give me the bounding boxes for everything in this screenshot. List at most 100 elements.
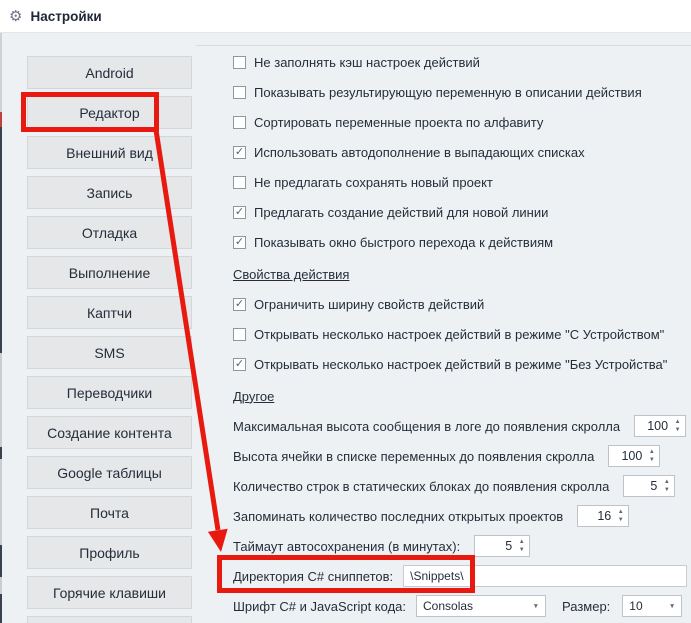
checkbox-label: Ограничить ширину свойств действий [254, 296, 485, 312]
code-font-value: Consolas [423, 599, 474, 613]
checkbox-label: Сортировать переменные проекта по алфави… [254, 114, 544, 130]
checkbox[interactable]: ✓ [233, 357, 246, 371]
sidebar-item-hotkeys[interactable]: Горячие клавиши [27, 576, 192, 609]
sidebar-item-editor[interactable]: Редактор [27, 96, 192, 129]
checkbox-label: Показывать окно быстрого перехода к дейс… [254, 234, 554, 250]
checkbox[interactable] [233, 175, 246, 189]
static-block-lines-spinner[interactable]: 5 ▲ ▼ [623, 475, 676, 497]
chevron-down-icon: ▼ [668, 602, 676, 610]
checkbox-label: Не заполнять кэш настроек действий [254, 54, 480, 70]
sidebar-item-translators[interactable]: Переводчики [27, 376, 192, 409]
window-edge-artifact [0, 33, 2, 112]
font-size-value: 10 [629, 599, 643, 613]
section-title: Другое [233, 388, 275, 404]
checkbox[interactable]: ✓ [233, 297, 246, 311]
dialog-titlebar: ⚙ Настройки [0, 0, 691, 33]
checkbox[interactable] [233, 55, 246, 69]
code-font-row: Шрифт C# и JavaScript кода: Consolas ▼ Р… [233, 591, 687, 621]
spinner-label: Высота ячейки в списке переменных до поя… [233, 448, 595, 464]
gear-icon: ⚙ [9, 7, 23, 25]
spinner-row: Таймаут автосохранения (в минутах): 5 ▲ ▼ [233, 531, 687, 561]
sidebar-item-appearance[interactable]: Внешний вид [27, 136, 192, 169]
checkbox-row: ✓ Предлагать создание действий для новой… [233, 197, 687, 227]
window-edge-artifact [0, 447, 2, 459]
spinner-arrows[interactable]: ▲ ▼ [613, 506, 628, 526]
section-header-other: Другое [233, 381, 687, 411]
checkbox-label: Открывать несколько настроек действий в … [254, 326, 665, 342]
checkbox-row: ✓ Открывать несколько настроек действий … [233, 349, 687, 379]
spinner-row: Запоминать количество последних открытых… [233, 501, 687, 531]
spinner-arrows[interactable]: ▲ ▼ [670, 416, 685, 436]
checkbox-label: Не предлагать сохранять новый проект [254, 174, 493, 190]
code-font-label: Шрифт C# и JavaScript кода: [233, 598, 406, 614]
checkbox[interactable] [233, 85, 246, 99]
window-edge-artifact [0, 594, 2, 623]
sidebar-item-android[interactable]: Android [27, 56, 192, 89]
check-icon: ✓ [234, 145, 245, 158]
window-edge-artifact [0, 127, 2, 353]
checkbox[interactable]: ✓ [233, 145, 246, 159]
checkbox-row: Сортировать переменные проекта по алфави… [233, 107, 687, 137]
settings-category-list: Android Редактор Внешний вид Запись Отла… [27, 56, 192, 623]
checkbox-row: Не заполнять кэш настроек действий [233, 47, 687, 77]
spin-down-icon: ▼ [518, 547, 525, 553]
chevron-down-icon: ▼ [532, 602, 539, 610]
spinner-label: Максимальная высота сообщения в логе до … [233, 418, 621, 434]
spin-up-icon: ▲ [617, 509, 624, 515]
spin-up-icon: ▲ [518, 539, 525, 545]
spinner-row: Количество строк в статических блоках до… [233, 471, 687, 501]
spinner-value: 16 [597, 509, 612, 523]
spinner-label: Запоминать количество последних открытых… [233, 508, 564, 524]
spinner-label: Таймаут автосохранения (в минутах): [233, 538, 461, 554]
checkbox-label: Использовать автодополнение в выпадающих… [254, 144, 585, 160]
sidebar-item-profile[interactable]: Профиль [27, 536, 192, 569]
spinner-arrows[interactable]: ▲ ▼ [644, 446, 659, 466]
checkbox-row: Показывать результирующую переменную в о… [233, 77, 687, 107]
spinner-label: Количество строк в статических блоках до… [233, 478, 610, 494]
section-title: Свойства действия [233, 266, 350, 282]
snippets-directory-input[interactable] [403, 565, 687, 587]
window-edge-artifact [0, 112, 2, 127]
spin-up-icon: ▲ [663, 479, 670, 485]
spin-up-icon: ▲ [648, 449, 655, 455]
spin-down-icon: ▼ [663, 487, 670, 493]
font-size-label: Размер: [562, 598, 611, 614]
spinner-row: Высота ячейки в списке переменных до поя… [233, 441, 687, 471]
sidebar-item-mail[interactable]: Почта [27, 496, 192, 529]
spinner-value: 100 [621, 449, 643, 463]
editor-settings-panel: Не заполнять кэш настроек действий Показ… [196, 45, 691, 623]
spinner-arrows[interactable]: ▲ ▼ [659, 476, 674, 496]
sidebar-item-content-creation[interactable]: Создание контента [27, 416, 192, 449]
spin-down-icon: ▼ [648, 457, 655, 463]
checkbox[interactable]: ✓ [233, 235, 246, 249]
sidebar-item-execution[interactable]: Выполнение [27, 256, 192, 289]
sidebar-item-sms[interactable]: SMS [27, 336, 192, 369]
sidebar-item-debugging[interactable]: Отладка [27, 216, 192, 249]
checkbox[interactable] [233, 115, 246, 129]
recent-projects-spinner[interactable]: 16 ▲ ▼ [577, 505, 630, 527]
snippets-directory-label: Директория C# сниппетов: [233, 568, 394, 584]
checkbox[interactable]: ✓ [233, 205, 246, 219]
spinner-row: Максимальная высота сообщения в логе до … [233, 411, 687, 441]
spinner-value: 100 [647, 419, 669, 433]
log-message-height-spinner[interactable]: 100 ▲ ▼ [634, 415, 687, 437]
variable-cell-height-spinner[interactable]: 100 ▲ ▼ [608, 445, 661, 467]
font-size-dropdown[interactable]: 10 ▼ [622, 595, 683, 617]
autosave-timeout-spinner[interactable]: 5 ▲ ▼ [474, 535, 531, 557]
checkbox[interactable] [233, 327, 246, 341]
sidebar-item-partial[interactable] [27, 616, 192, 623]
checkbox-row: ✓ Ограничить ширину свойств действий [233, 289, 687, 319]
spin-down-icon: ▼ [617, 517, 624, 523]
snippets-directory-row: Директория C# сниппетов: [233, 561, 687, 591]
spin-down-icon: ▼ [674, 427, 681, 433]
code-font-dropdown[interactable]: Consolas ▼ [416, 595, 546, 617]
checkbox-label: Открывать несколько настроек действий в … [254, 356, 668, 372]
checkbox-row: ✓ Использовать автодополнение в выпадающ… [233, 137, 687, 167]
sidebar-item-google-sheets[interactable]: Google таблицы [27, 456, 192, 489]
dialog-title: Настройки [30, 8, 102, 24]
spinner-arrows[interactable]: ▲ ▼ [514, 536, 529, 556]
sidebar-item-recording[interactable]: Запись [27, 176, 192, 209]
sidebar-item-captchas[interactable]: Каптчи [27, 296, 192, 329]
check-icon: ✓ [234, 357, 245, 370]
section-header-action-properties: Свойства действия [233, 259, 687, 289]
